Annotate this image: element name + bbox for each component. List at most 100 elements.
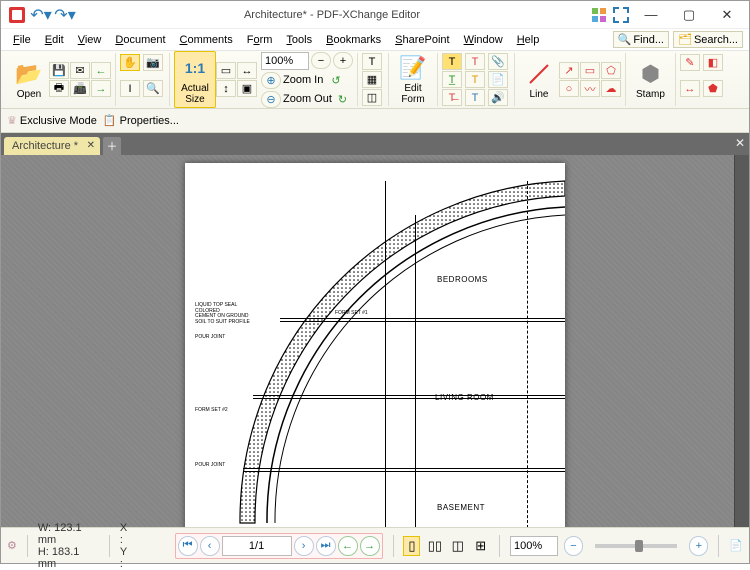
zoom-input[interactable] (261, 52, 309, 70)
single-page-button[interactable]: ▯ (403, 536, 420, 556)
maximize-button[interactable]: ▢ (671, 2, 707, 28)
fullscreen-icon[interactable] (611, 5, 631, 25)
cloud-button[interactable]: ☁ (601, 80, 621, 97)
select-tool-button[interactable]: I (120, 80, 140, 97)
typewriter-button[interactable]: T (465, 89, 485, 106)
document-tab[interactable]: Architecture * ✕ (4, 137, 100, 155)
sticky-note-button[interactable]: 📄 (488, 71, 508, 88)
actual-size-button[interactable]: 1:1 Actual Size (174, 51, 216, 108)
oval-button[interactable]: ○ (559, 80, 579, 97)
status-zoom-input[interactable] (510, 536, 558, 556)
save-button[interactable]: 💾 (49, 62, 69, 79)
menu-document[interactable]: Document (109, 32, 171, 48)
facing-continuous-button[interactable]: ⊞ (472, 536, 489, 556)
highlight-button[interactable]: T (442, 53, 462, 70)
attach-button[interactable]: 📎 (488, 53, 508, 70)
pencil-button[interactable]: ✎ (680, 54, 700, 71)
zoom-out-row[interactable]: ⊖ Zoom Out ↻ (261, 91, 353, 108)
vertical-scrollbar[interactable] (734, 155, 749, 527)
exclusive-mode-button[interactable]: ♛ Exclusive Mode (7, 114, 97, 127)
rotate-ccw-icon[interactable]: ↺ (331, 74, 340, 87)
room-label: BASEMENT (437, 503, 485, 512)
first-page-button[interactable]: ⏮ (178, 536, 198, 556)
properties-button[interactable]: 📋 Properties... (103, 114, 179, 127)
facing-button[interactable]: ◫ (449, 536, 466, 556)
folder-search-icon: 🗂 (678, 33, 692, 46)
zoom-slider[interactable] (595, 544, 678, 548)
edit-shape-button[interactable]: ◫ (362, 89, 382, 106)
sound-button[interactable]: 🔊 (488, 89, 508, 106)
zoom-tool-button[interactable]: 🔍 (143, 80, 163, 97)
pdf-info-icon[interactable]: 📄 (729, 539, 743, 552)
line-tool-button[interactable]: Line (519, 58, 559, 102)
hand-tool-button[interactable]: ✋ (120, 54, 140, 71)
edit-form-icon: 📝 (399, 54, 427, 82)
status-zoom-out-button[interactable]: − (564, 536, 583, 556)
menu-edit[interactable]: Edit (39, 32, 70, 48)
document-view[interactable]: BEDROOMS LIVING ROOM BASEMENT LIQUID TOP… (1, 155, 749, 527)
document-tab-strip: Architecture * ✕ ＋ ✕ (1, 133, 749, 155)
search-button[interactable]: 🗂Search... (673, 31, 743, 48)
rect-button[interactable]: ▭ (580, 62, 600, 79)
measure-button[interactable]: ↔ (680, 80, 700, 97)
page-input[interactable] (222, 536, 292, 556)
next-view-button[interactable]: → (360, 536, 380, 556)
menu-sharepoint[interactable]: SharePoint (389, 32, 455, 48)
strikeout-button[interactable]: T̶ (442, 89, 462, 106)
email-button[interactable]: ✉ (70, 62, 90, 79)
next-page-button[interactable]: › (294, 536, 314, 556)
options-icon[interactable]: ⚙ (7, 539, 17, 552)
stamp-label: Stamp (636, 89, 665, 100)
print-button[interactable]: 🖶 (49, 80, 69, 97)
text-box-button[interactable]: T (465, 53, 485, 70)
drawing-note: POUR JOINT (195, 463, 225, 469)
prev-view-button[interactable]: ← (338, 536, 358, 556)
menu-comments[interactable]: Comments (174, 32, 239, 48)
menu-bookmarks[interactable]: Bookmarks (320, 32, 387, 48)
zoom-in-row[interactable]: ⊕ Zoom In ↺ (261, 72, 353, 89)
poly-button[interactable]: ⬠ (601, 62, 621, 79)
fit-visible-button[interactable]: ▣ (237, 80, 257, 97)
redo-button[interactable]: ↷▾ (55, 5, 75, 25)
open-button[interactable]: 📂 Open (9, 58, 49, 102)
underline-button[interactable]: T̲ (442, 71, 462, 88)
status-zoom-in-button[interactable]: + (689, 536, 708, 556)
prev-page-button[interactable]: ‹ (200, 536, 220, 556)
tab-close-icon[interactable]: ✕ (87, 140, 95, 151)
menu-form[interactable]: Form (241, 32, 279, 48)
close-button[interactable]: ✕ (709, 2, 745, 28)
edit-text-button[interactable]: T (362, 53, 382, 70)
edit-image-button[interactable]: ▦ (362, 71, 382, 88)
zoom-minus-button[interactable]: − (311, 52, 331, 69)
menu-help[interactable]: Help (511, 32, 546, 48)
polyline-button[interactable]: 〰 (580, 80, 600, 97)
eraser-button[interactable]: ◧ (703, 54, 723, 71)
menu-view[interactable]: View (72, 32, 108, 48)
undo-button[interactable]: ↶▾ (31, 5, 51, 25)
area-button[interactable]: ⬟ (703, 80, 723, 97)
callout-button[interactable]: T (465, 71, 485, 88)
menu-window[interactable]: Window (458, 32, 509, 48)
forward-button[interactable]: → (91, 80, 111, 97)
fit-page-button[interactable]: ▭ (216, 62, 236, 79)
menu-tools[interactable]: Tools (280, 32, 318, 48)
continuous-button[interactable]: ▯▯ (426, 536, 443, 556)
new-tab-button[interactable]: ＋ (103, 137, 121, 155)
zoom-in-icon: ⊕ (261, 72, 281, 89)
fit-height-button[interactable]: ↕ (216, 80, 236, 97)
snapshot-button[interactable]: 📷 (143, 54, 163, 71)
stamp-button[interactable]: ⬢ Stamp (630, 58, 671, 102)
find-button[interactable]: 🔍Find... (613, 31, 669, 48)
scan-button[interactable]: 📠 (70, 80, 90, 97)
minimize-button[interactable]: — (633, 2, 669, 28)
fit-width-button[interactable]: ↔ (237, 62, 257, 79)
close-panel-button[interactable]: ✕ (735, 136, 745, 150)
menu-file[interactable]: File (7, 32, 37, 48)
rotate-cw-icon[interactable]: ↻ (338, 93, 347, 106)
edit-form-button[interactable]: 📝 Edit Form (393, 52, 433, 107)
zoom-plus-button[interactable]: + (333, 52, 353, 69)
last-page-button[interactable]: ⏭ (316, 536, 336, 556)
back-button[interactable]: ← (91, 62, 111, 79)
ui-options-icon[interactable] (589, 5, 609, 25)
arrow-button[interactable]: ↗ (559, 62, 579, 79)
